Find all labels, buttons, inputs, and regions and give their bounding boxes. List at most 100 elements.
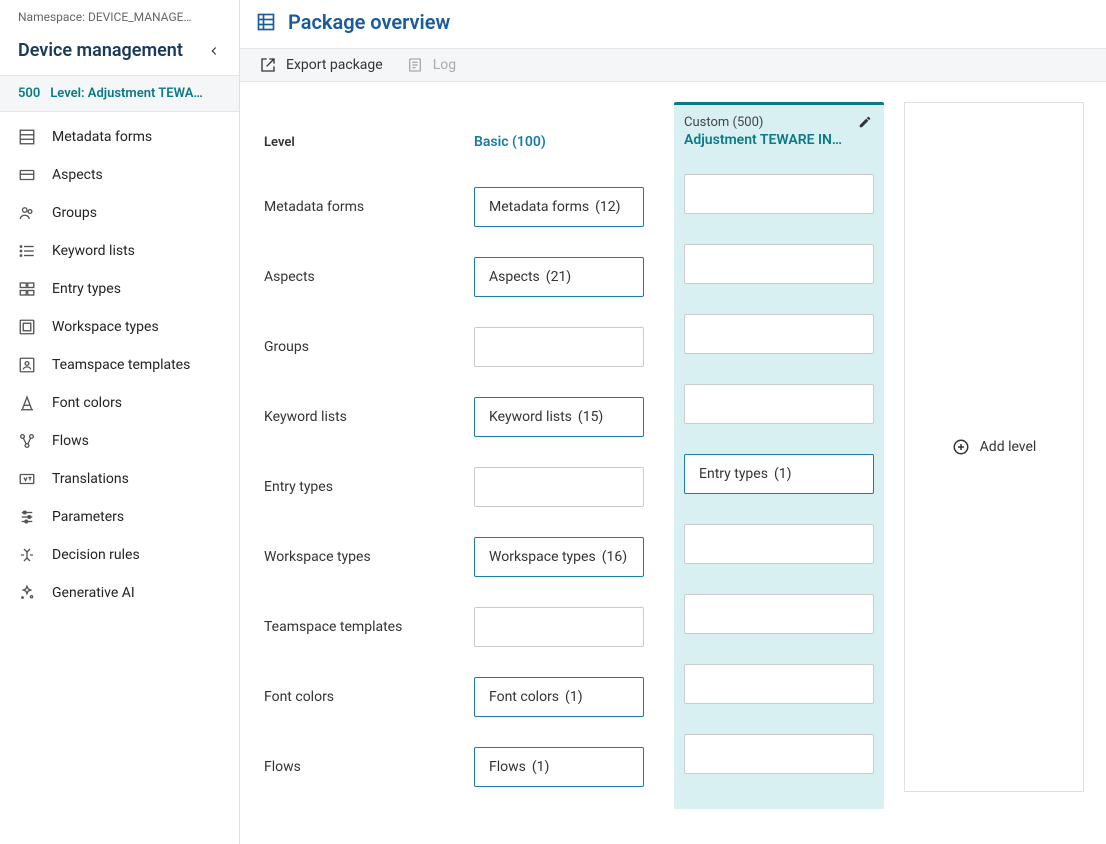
basic-cell: Font colors(1) [474, 662, 644, 732]
plus-circle-icon [952, 438, 970, 456]
pencil-icon[interactable] [858, 115, 872, 129]
level-number: 500 [18, 86, 40, 101]
log-label: Log [433, 57, 456, 73]
custom-pill [684, 664, 874, 704]
workspace-icon [18, 318, 36, 336]
row-label: Metadata forms [264, 172, 444, 242]
custom-cell [684, 299, 874, 369]
export-package-button[interactable]: Export package [260, 57, 383, 73]
sidebar-item-flows[interactable]: Flows [0, 422, 239, 460]
log-button: Log [407, 57, 456, 73]
ai-icon [18, 584, 36, 602]
basic-pill [474, 607, 644, 647]
flow-icon [18, 432, 36, 450]
sidebar-item-decision-rules[interactable]: Decision rules [0, 536, 239, 574]
sidebar-item-parameters[interactable]: Parameters [0, 498, 239, 536]
app-title: Device management [18, 40, 183, 61]
sidebar-item-translations[interactable]: Translations [0, 460, 239, 498]
custom-column: Custom (500) Adjustment TEWARE IN… Entry… [674, 102, 884, 809]
page-header: Package overview [240, 0, 1106, 48]
namespace-label: Namespace: DEVICE_MANAGE… [0, 0, 239, 32]
row-label: Font colors [264, 662, 444, 732]
custom-pill [684, 594, 874, 634]
basic-header-cell: Basic (100) [474, 102, 644, 172]
basic-cell [474, 592, 644, 662]
add-level-column[interactable]: Add level [904, 102, 1084, 792]
row-label: Entry types [264, 452, 444, 522]
nav-list: Metadata formsAspects Groups Keyword lists… [0, 112, 239, 618]
param-icon [18, 508, 36, 526]
row-label: Workspace types [264, 522, 444, 592]
basic-pill[interactable]: Keyword lists(15) [474, 397, 644, 437]
row-label: Groups [264, 312, 444, 382]
translate-icon [18, 470, 36, 488]
sidebar-item-workspace-types[interactable]: Workspace types [0, 308, 239, 346]
basic-cell [474, 452, 644, 522]
teamspace-icon [18, 356, 36, 374]
custom-cell [684, 579, 874, 649]
custom-cell [684, 509, 874, 579]
package-icon [256, 12, 276, 32]
add-level-button[interactable]: Add level [952, 438, 1037, 456]
row-label: Teamspace templates [264, 592, 444, 662]
nav-label: Entry types [52, 281, 121, 297]
sidebar-item-keyword-lists[interactable]: Keyword lists [0, 232, 239, 270]
chevron-left-icon[interactable] [207, 44, 221, 58]
custom-cell: Entry types(1) [684, 439, 874, 509]
nav-label: Workspace types [52, 319, 159, 335]
nav-label: Flows [52, 433, 89, 449]
basic-pill[interactable]: Font colors(1) [474, 677, 644, 717]
card-icon [18, 166, 36, 184]
labels-column: LevelMetadata formsAspectsGroupsKeyword … [264, 102, 444, 802]
sidebar: Namespace: DEVICE_MANAGE… Device managem… [0, 0, 240, 844]
list-icon [18, 242, 36, 260]
row-label: Flows [264, 732, 444, 802]
nav-label: Parameters [52, 509, 124, 525]
basic-pill[interactable]: Aspects(21) [474, 257, 644, 297]
basic-pill[interactable]: Flows(1) [474, 747, 644, 787]
main-area: Package overview Export package Log Leve… [240, 0, 1106, 844]
table-icon [18, 128, 36, 146]
nav-label: Keyword lists [52, 243, 135, 259]
sidebar-item-metadata-forms[interactable]: Metadata forms [0, 118, 239, 156]
basic-pill[interactable]: Workspace types(16) [474, 537, 644, 577]
overview-grid: LevelMetadata formsAspectsGroupsKeyword … [264, 102, 1082, 809]
basic-column: Basic (100) Metadata forms(12) Aspects(21)… [464, 102, 654, 802]
basic-cell: Flows(1) [474, 732, 644, 802]
basic-pill [474, 467, 644, 507]
row-label: Keyword lists [264, 382, 444, 452]
sidebar-item-font-colors[interactable]: Font colors [0, 384, 239, 422]
font-icon [18, 394, 36, 412]
group-icon [18, 204, 36, 222]
nav-label: Groups [52, 205, 97, 221]
sidebar-item-entry-types[interactable]: Entry types [0, 270, 239, 308]
page-title: Package overview [288, 10, 450, 34]
app-title-row: Device management [0, 32, 239, 75]
log-icon [407, 57, 423, 73]
sidebar-item-aspects[interactable]: Aspects [0, 156, 239, 194]
basic-cell: Aspects(21) [474, 242, 644, 312]
nav-label: Decision rules [52, 547, 140, 563]
row-label: Aspects [264, 242, 444, 312]
level-bar[interactable]: 500 Level: Adjustment TEWA… [0, 75, 239, 112]
custom-cell [684, 649, 874, 719]
nav-label: Translations [52, 471, 129, 487]
basic-cell [474, 312, 644, 382]
decision-icon [18, 546, 36, 564]
sidebar-item-generative-ai[interactable]: Generative AI [0, 574, 239, 612]
custom-pill [684, 384, 874, 424]
nav-label: Font colors [52, 395, 122, 411]
sidebar-item-groups[interactable]: Groups [0, 194, 239, 232]
basic-cell: Metadata forms(12) [474, 172, 644, 242]
custom-cell [684, 229, 874, 299]
level-header-cell: Level [264, 102, 444, 172]
custom-pill[interactable]: Entry types(1) [684, 454, 874, 494]
sidebar-item-teamspace-templates[interactable]: Teamspace templates [0, 346, 239, 384]
custom-pill [684, 314, 874, 354]
custom-header-cell: Custom (500) Adjustment TEWARE IN… [684, 105, 874, 159]
toolbar: Export package Log [240, 48, 1106, 82]
basic-pill[interactable]: Metadata forms(12) [474, 187, 644, 227]
custom-name: Adjustment TEWARE IN… [684, 132, 874, 148]
level-label: Level: Adjustment TEWA… [50, 86, 203, 101]
basic-cell: Keyword lists(15) [474, 382, 644, 452]
